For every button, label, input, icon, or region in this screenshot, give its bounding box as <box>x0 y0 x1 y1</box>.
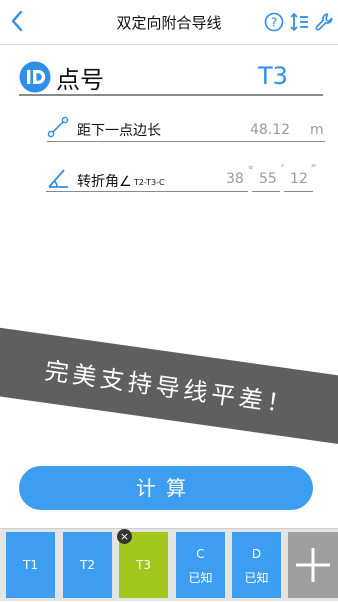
promo-banner-text: 完美支持导线平差！ <box>42 356 297 420</box>
close-icon[interactable]: × <box>117 529 132 544</box>
tab-label: T1 <box>23 558 38 572</box>
plus-icon <box>296 548 330 582</box>
angle-degrees-input[interactable]: 38 <box>226 171 244 187</box>
seconds-underline <box>284 191 313 192</box>
tab-label: C <box>196 547 205 561</box>
tab-label: D <box>251 547 262 561</box>
svg-text:?: ? <box>271 16 277 30</box>
tab-label: T2 <box>80 558 95 572</box>
tab-known-label: 已知 <box>188 571 213 585</box>
point-number-label: 点号 <box>56 66 104 94</box>
tab-t1[interactable]: T1 <box>6 532 55 598</box>
point-number-underline <box>19 94 323 96</box>
second-symbol: ″ <box>311 163 317 179</box>
angle-seconds-input[interactable]: 12 <box>290 171 308 187</box>
turning-angle-label: 转折角∠ <box>77 174 132 190</box>
distance-unit: m <box>310 122 324 138</box>
top-bar: 双定向附合导线 ? <box>0 0 338 45</box>
turning-angle-subscript: T2-T3-C <box>134 178 165 187</box>
distance-input[interactable]: 48.12 <box>250 122 290 138</box>
minutes-underline <box>252 191 280 192</box>
distance-underline <box>47 141 325 142</box>
tab-label: T3 <box>136 558 151 572</box>
tab-d[interactable]: D 已知 <box>232 532 281 598</box>
calculate-button[interactable]: 计算 <box>19 466 313 510</box>
angle-minutes-input[interactable]: 55 <box>259 171 277 187</box>
sort-icon[interactable] <box>289 12 309 32</box>
add-point-button[interactable] <box>288 532 338 598</box>
wrench-icon[interactable] <box>314 12 334 32</box>
angle-icon <box>48 169 68 188</box>
line-segment-icon <box>47 116 69 138</box>
help-icon[interactable]: ? <box>264 12 284 32</box>
point-number-input[interactable]: T3 <box>258 62 288 90</box>
distance-label: 距下一点边长 <box>77 123 161 139</box>
minute-symbol: ′ <box>281 163 285 179</box>
promo-banner: 完美支持导线平差！ <box>0 320 338 452</box>
tab-c[interactable]: C 已知 <box>176 532 225 598</box>
page-title: 双定向附合导线 <box>116 14 222 32</box>
degrees-underline <box>46 191 248 192</box>
id-icon <box>19 61 51 93</box>
tab-known-label: 已知 <box>244 571 269 585</box>
degree-symbol: ° <box>248 164 254 177</box>
tab-t2[interactable]: T2 <box>63 532 112 598</box>
